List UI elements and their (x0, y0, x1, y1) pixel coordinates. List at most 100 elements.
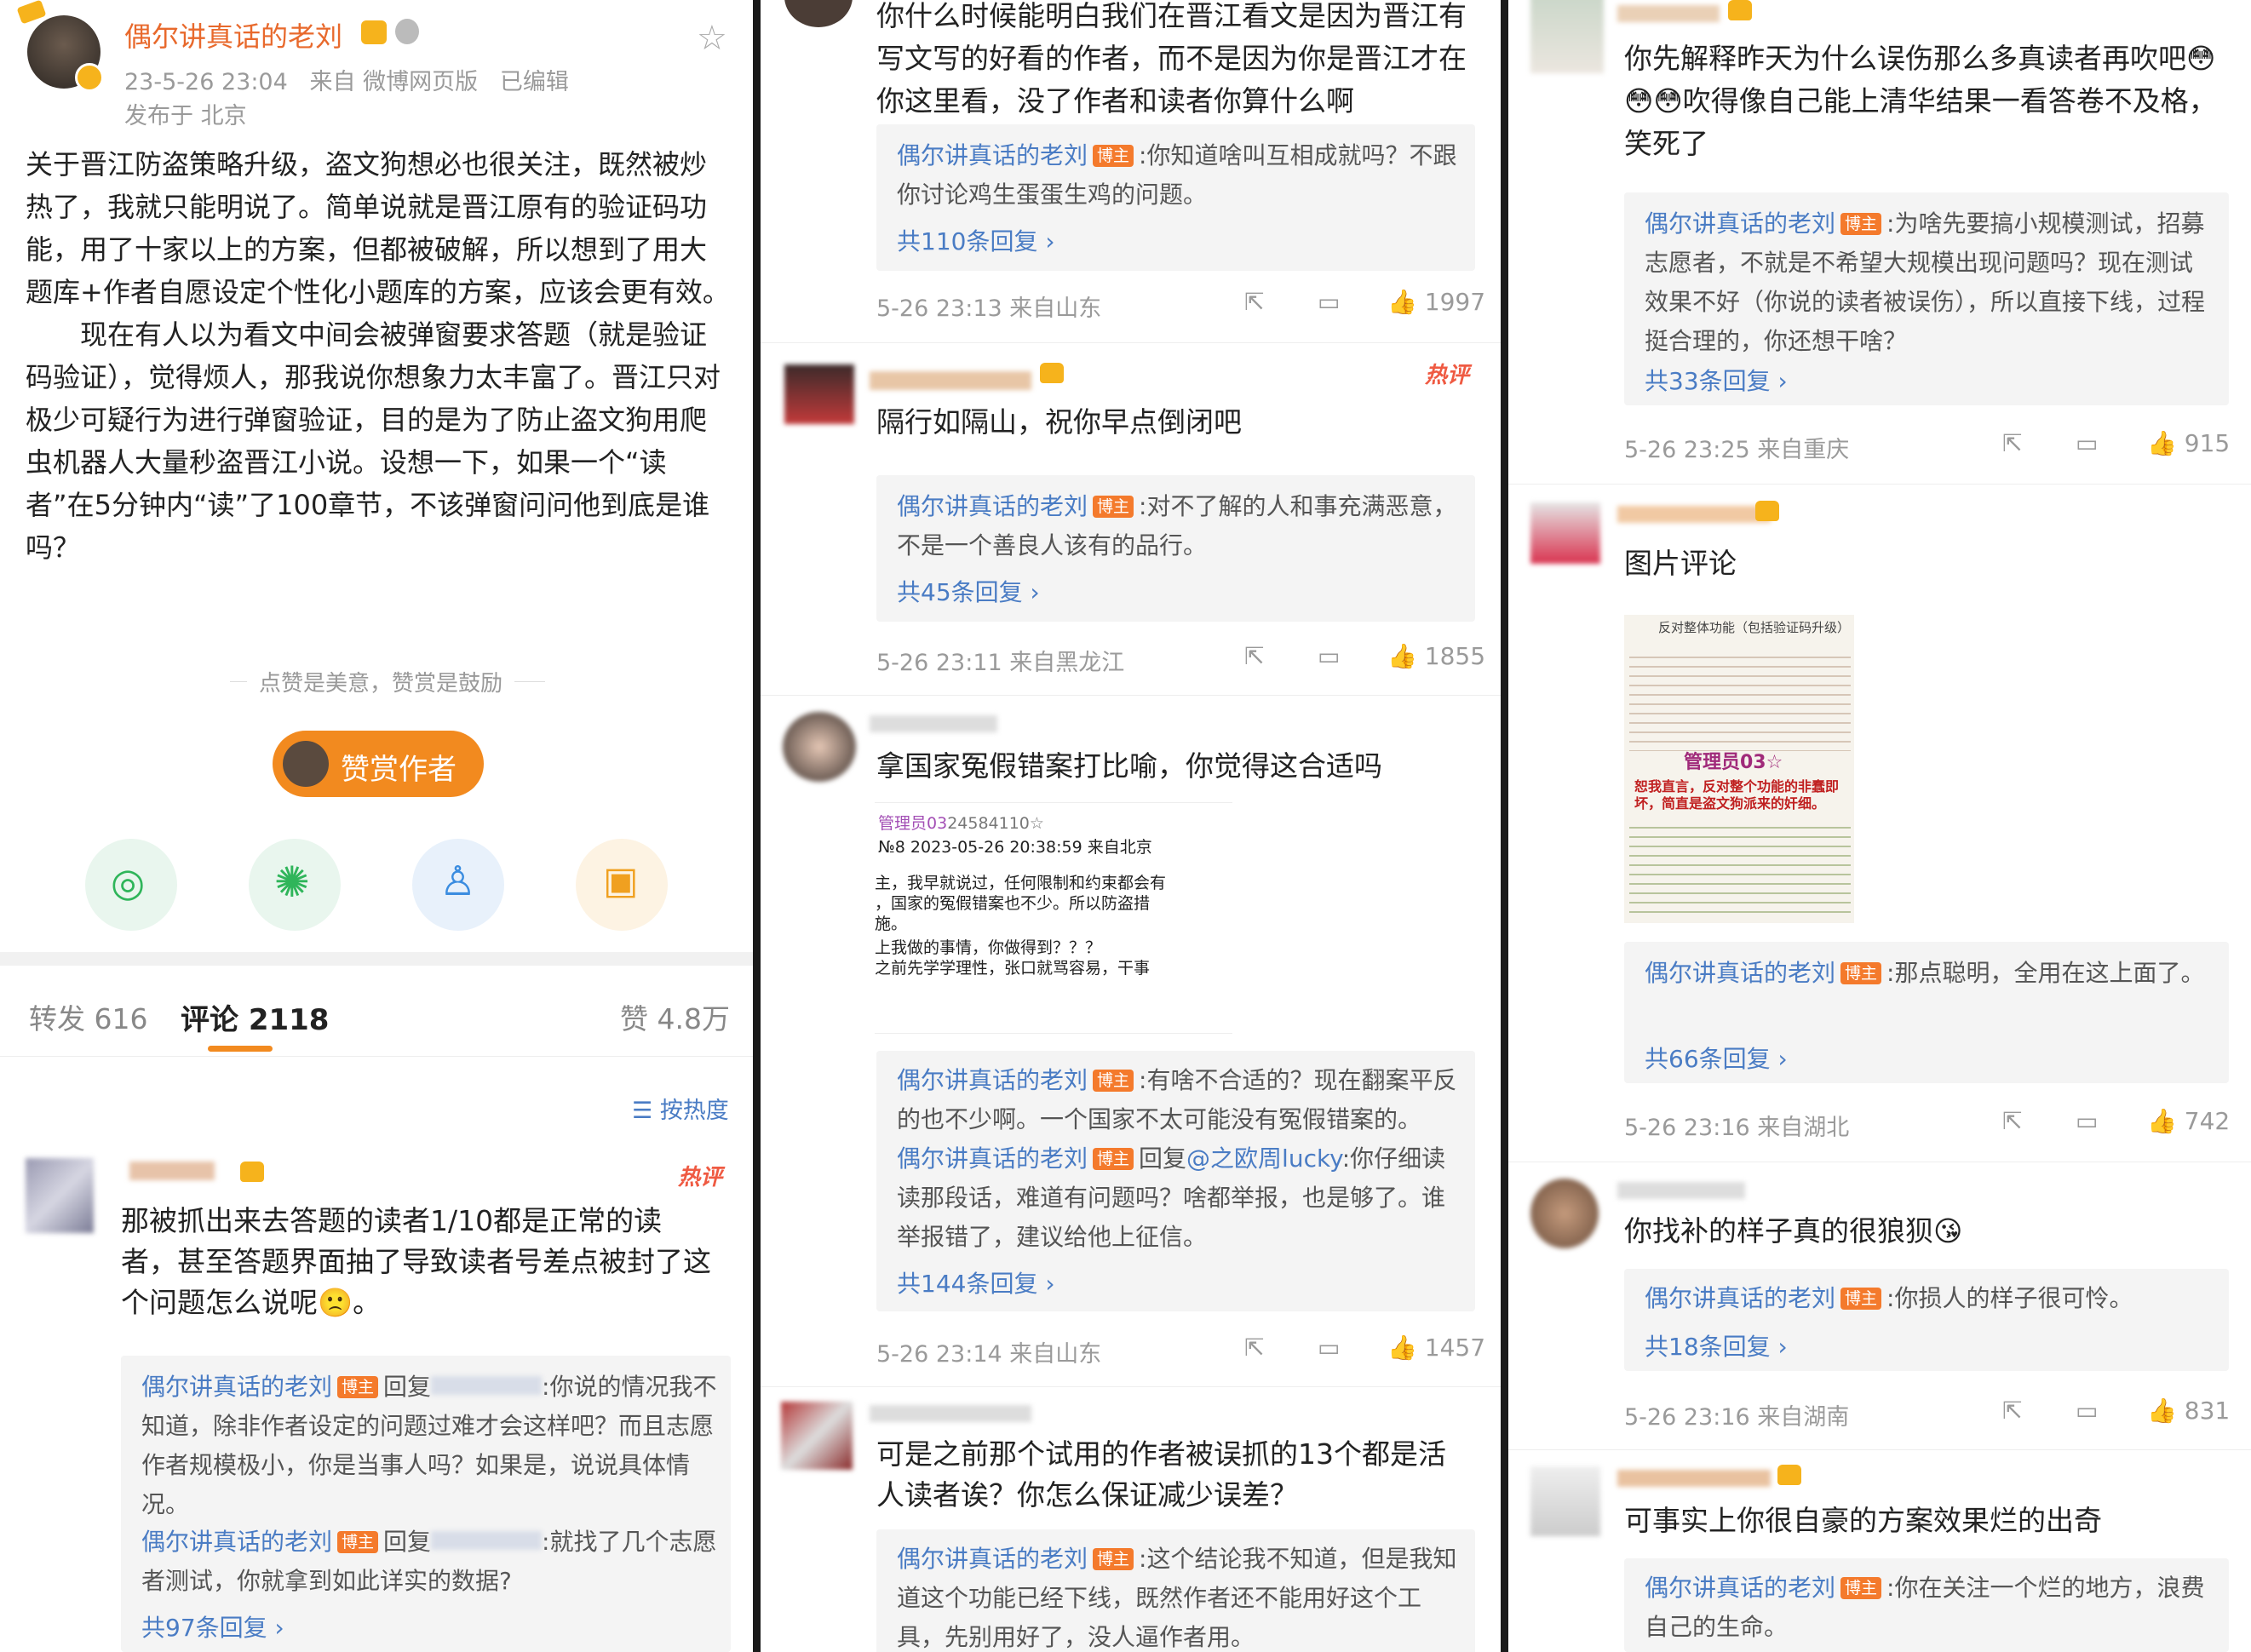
share-icon[interactable]: ⇱ (1244, 288, 1264, 316)
like-count: 831 (2184, 1397, 2231, 1425)
reply-author[interactable]: 偶尔讲真话的老刘 (897, 1066, 1088, 1094)
reply-author[interactable]: 偶尔讲真话的老刘 (141, 1528, 332, 1556)
author-name[interactable]: 偶尔讲真话的老刘 (124, 15, 342, 54)
commenter-avatar[interactable] (781, 1402, 853, 1470)
sort-button[interactable]: ☰ 按热度 (632, 1092, 729, 1125)
reply-icon[interactable]: ▭ (2076, 1107, 2098, 1135)
more-replies-link[interactable]: 共45条回复 › (897, 574, 1040, 608)
like-count: 915 (2184, 429, 2231, 457)
reply-author[interactable]: 偶尔讲真话的老刘 (1645, 1284, 1835, 1312)
image-text: 管理员03☆ (1684, 752, 1783, 773)
image-text: 管理员03 (878, 814, 948, 833)
crown-icon (1777, 1465, 1801, 1485)
like-button[interactable]: 👍 1855 (1387, 642, 1485, 670)
reply-author[interactable]: 偶尔讲真话的老刘 (1645, 1574, 1835, 1602)
reply-box: 偶尔讲真话的老刘 博主:有啥不合适的？现在翻案平反的也不少啊。一个国家不太可能没有… (876, 1051, 1475, 1311)
commenter-avatar[interactable] (1530, 0, 1604, 73)
reply-author[interactable]: 偶尔讲真话的老刘 (897, 1545, 1088, 1573)
reply-author[interactable]: 偶尔讲真话的老刘 (1645, 209, 1835, 238)
moments-icon: ✺ (274, 858, 310, 907)
member-icon (361, 20, 387, 44)
reply-icon[interactable]: ▭ (2076, 429, 2098, 457)
commenter-name[interactable] (1617, 5, 1720, 22)
reward-tip: 点赞是美意，赞赏是鼓励 (247, 666, 515, 697)
save-image-button[interactable]: ▣ (576, 839, 668, 931)
post-location: 发布于 北京 (124, 103, 247, 129)
more-replies-link[interactable]: 共110条回复 › (897, 223, 1055, 257)
thumb-up-icon: 👍 (1387, 288, 1417, 316)
thumb-up-icon: 👍 (2147, 429, 2177, 457)
commenter-name[interactable] (870, 1405, 1031, 1422)
tab-like[interactable]: 赞 4.8万 (620, 996, 730, 1037)
mention-link[interactable]: @之欧周lucky (1186, 1144, 1342, 1173)
comment-meta: 5-26 23:13 来自山东 (876, 295, 1102, 322)
tab-divider (0, 1056, 753, 1057)
reward-label: 赞赏作者 (341, 753, 457, 787)
author-badge: 博主 (337, 1531, 379, 1553)
commenter-avatar[interactable] (26, 1158, 94, 1233)
reply-icon[interactable]: ▭ (2076, 1397, 2098, 1425)
comments-panel-3: 你先解释昨天为什么误伤那么多真读者再吹吧😳😳😳吹得像自己能上清华结果一看答卷不及… (1508, 0, 2251, 1652)
reply-icon[interactable]: ▭ (1318, 642, 1340, 670)
commenter-name[interactable] (1617, 1470, 1771, 1487)
reply-icon[interactable]: ▭ (1318, 288, 1340, 316)
commenter-name[interactable] (129, 1162, 215, 1180)
comments-panel-2: 你什么时候能明白我们在晋江看文是因为晋江有写文写的好看的作者，而不是因为你是晋江… (761, 0, 1501, 1652)
tab-repost[interactable]: 转发 616 (29, 996, 147, 1037)
thumb-up-icon: 👍 (1387, 642, 1417, 670)
moments-share-button[interactable]: ✺ (249, 839, 341, 931)
divider (761, 695, 1501, 696)
reply-icon[interactable]: ▭ (1318, 1334, 1340, 1362)
more-replies-link[interactable]: 共33条回复 › (1645, 363, 1788, 397)
post-source: 来自 微博网页版 (309, 69, 479, 95)
share-icon[interactable]: ⇱ (1244, 1334, 1264, 1362)
like-button[interactable]: 👍 1997 (1387, 288, 1485, 316)
qq-share-button[interactable]: ♙ (412, 839, 504, 931)
more-replies-link[interactable]: 共18条回复 › (1645, 1328, 1788, 1362)
image-text: 上我做的事情，你做得到？？？ (875, 938, 1102, 957)
like-button[interactable]: 👍 831 (2147, 1397, 2230, 1425)
reply-prefix: 回复 (383, 1373, 432, 1401)
commenter-avatar[interactable] (783, 712, 856, 782)
commenter-avatar[interactable] (784, 0, 853, 27)
like-button[interactable]: 👍 742 (2147, 1107, 2230, 1135)
like-count: 742 (2184, 1107, 2231, 1135)
tab-comment[interactable]: 评论 2118 (181, 996, 329, 1038)
share-icon[interactable]: ⇱ (2002, 1397, 2022, 1425)
more-replies-link[interactable]: 共144条回复 › (897, 1265, 1055, 1299)
like-count: 1457 (1424, 1334, 1486, 1362)
reply-author[interactable]: 偶尔讲真话的老刘 (1645, 959, 1835, 987)
comment-meta: 5-26 23:16 来自湖北 (1624, 1115, 1850, 1141)
commenter-name[interactable] (870, 371, 1031, 390)
like-button[interactable]: 👍 1457 (1387, 1334, 1485, 1362)
share-icon[interactable]: ⇱ (2002, 429, 2022, 457)
commenter-name[interactable] (1617, 1182, 1745, 1199)
reply-author[interactable]: 偶尔讲真话的老刘 (897, 492, 1088, 520)
crown-icon (1728, 0, 1752, 20)
commenter-avatar[interactable] (784, 364, 854, 424)
reply-author[interactable]: 偶尔讲真话的老刘 (897, 1144, 1088, 1173)
reply-text: :那点聪明，全用在这上面了。 (1886, 959, 2205, 987)
reply-box: 偶尔讲真话的老刘 博主:对不了解的人和事充满恶意，不是一个善良人该有的品行。 共4… (876, 475, 1475, 622)
comment-image[interactable]: 管理员0324584110☆ №8 2023-05-26 20:38:59 来自… (875, 802, 1232, 1034)
more-replies-link[interactable]: 共97条回复 › (141, 1609, 284, 1643)
commenter-avatar[interactable] (1530, 1466, 1600, 1536)
commenter-avatar[interactable] (1530, 502, 1600, 564)
share-icon[interactable]: ⇱ (2002, 1107, 2022, 1135)
reply-author[interactable]: 偶尔讲真话的老刘 (897, 141, 1088, 169)
image-text-blocks (1629, 819, 1851, 920)
share-icon[interactable]: ⇱ (1244, 642, 1264, 670)
comment-image[interactable]: 反对整体功能（包括验证码升级） 管理员03☆ 恕我直言，反对整个功能的非蠢即坏，… (1624, 615, 1854, 923)
comment-text: 隔行如隔山，祝你早点倒闭吧 (876, 405, 1242, 439)
reward-button[interactable]: 赞赏作者 (273, 731, 484, 797)
author-badge: 博主 (1840, 1577, 1882, 1599)
like-button[interactable]: 👍 915 (2147, 429, 2230, 457)
divider (1508, 1449, 2251, 1450)
reply-author[interactable]: 偶尔讲真话的老刘 (141, 1373, 332, 1401)
favorite-star-icon[interactable]: ☆ (697, 19, 727, 58)
commenter-name[interactable] (870, 715, 997, 732)
commenter-avatar[interactable] (1530, 1179, 1599, 1248)
wechat-share-button[interactable]: ◎ (85, 839, 177, 931)
more-replies-link[interactable]: 共66条回复 › (1645, 1041, 1788, 1075)
commenter-name[interactable] (1617, 506, 1771, 523)
